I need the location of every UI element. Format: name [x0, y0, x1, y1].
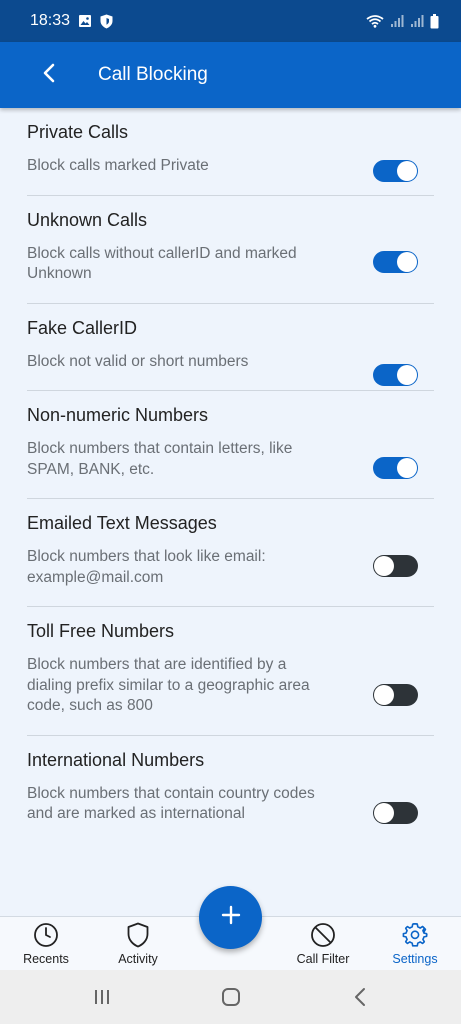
recent-apps-icon[interactable]	[87, 985, 117, 1009]
unknown-calls-toggle[interactable]	[373, 250, 418, 273]
toggle-knob	[374, 556, 394, 576]
gear-icon	[369, 921, 461, 949]
setting-emailed-text-messages: Emailed Text Messages Block numbers that…	[27, 499, 434, 607]
toggle-knob	[374, 802, 394, 823]
nav-label: Activity	[118, 952, 158, 966]
setting-description: Block numbers that contain letters, like…	[27, 440, 293, 478]
signal-icon	[390, 14, 404, 28]
setting-fake-callerid: Fake CallerID Block not valid or short n…	[27, 304, 434, 391]
page-title: Call Blocking	[98, 64, 208, 85]
setting-title: Fake CallerID	[27, 317, 138, 338]
setting-title: Unknown Calls	[27, 209, 148, 230]
international-numbers-toggle[interactable]	[373, 801, 418, 824]
nav-label: Recents	[23, 952, 69, 966]
settings-list: Private Calls Block calls marked Private…	[0, 108, 461, 916]
status-time: 18:33	[30, 12, 71, 29]
setting-description: Block numbers that look like email: exam…	[27, 548, 266, 586]
toggle-knob	[374, 685, 394, 705]
nav-label: Settings	[392, 952, 438, 966]
wifi-icon	[366, 14, 384, 28]
setting-unknown-calls: Unknown Calls Block calls without caller…	[27, 196, 434, 304]
setting-title: Toll Free Numbers	[27, 621, 175, 641]
gallery-icon	[78, 14, 92, 28]
setting-description: Block not valid or short numbers	[27, 352, 249, 370]
fake-callerid-toggle[interactable]	[373, 363, 418, 386]
home-icon[interactable]	[216, 985, 246, 1009]
nav-label: Call Filter	[296, 952, 350, 966]
setting-international-numbers: International Numbers Block numbers that…	[27, 736, 434, 843]
toggle-knob	[397, 364, 417, 385]
nav-item-call-filter[interactable]: Call Filter	[277, 921, 369, 966]
toggle-knob	[397, 161, 417, 181]
system-nav-bar	[0, 970, 461, 1024]
status-bar: 18:33	[0, 0, 461, 42]
battery-icon	[430, 13, 439, 29]
signal-icon	[410, 14, 424, 28]
clock-icon	[0, 921, 92, 949]
back-button[interactable]	[24, 50, 74, 100]
setting-title: Non-numeric Numbers	[27, 405, 209, 425]
add-fab-button[interactable]	[199, 886, 262, 949]
shield-icon	[92, 921, 184, 949]
nav-item-settings[interactable]: Settings	[369, 921, 461, 966]
non-numeric-numbers-toggle[interactable]	[373, 457, 418, 479]
setting-private-calls: Private Calls Block calls marked Private	[27, 108, 434, 196]
setting-description: Block calls marked Private	[27, 157, 209, 174]
chevron-left-icon	[42, 63, 56, 88]
emailed-text-messages-toggle[interactable]	[373, 555, 418, 577]
toll-free-numbers-toggle[interactable]	[373, 684, 418, 706]
setting-title: Private Calls	[27, 122, 129, 142]
setting-description: Block calls without callerID and marked …	[27, 244, 297, 283]
setting-description: Block numbers that contain country codes…	[27, 784, 315, 823]
toggle-knob	[397, 458, 417, 478]
nav-item-activity[interactable]: Activity	[92, 921, 184, 966]
setting-title: International Numbers	[27, 749, 205, 770]
nav-item-recents[interactable]: Recents	[0, 921, 92, 966]
back-icon[interactable]	[345, 985, 375, 1009]
toggle-knob	[397, 251, 417, 272]
setting-title: Emailed Text Messages	[27, 513, 217, 533]
private-calls-toggle[interactable]	[373, 160, 418, 182]
shield-icon	[100, 14, 113, 29]
block-icon	[277, 921, 369, 949]
setting-non-numeric-numbers: Non-numeric Numbers Block numbers that c…	[27, 391, 434, 499]
setting-description: Block numbers that are identified by a d…	[27, 656, 310, 714]
setting-toll-free-numbers: Toll Free Numbers Block numbers that are…	[27, 607, 434, 736]
plus-icon	[221, 905, 241, 930]
app-bar: Call Blocking	[0, 42, 461, 108]
